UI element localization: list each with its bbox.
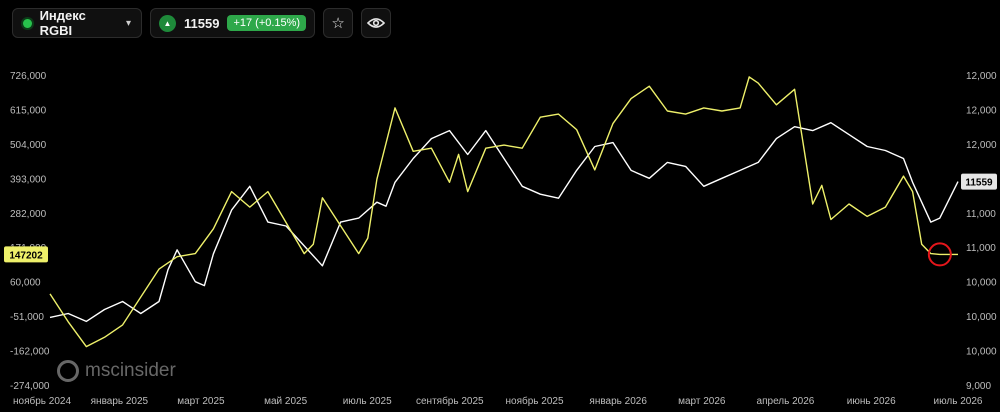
star-icon: ☆ <box>331 15 345 32</box>
right-value-badge-text: 11559 <box>965 178 993 189</box>
right-tick-label: 10,000 <box>966 278 997 289</box>
value-badges: 147202 11559 <box>4 173 997 263</box>
left-tick-label: 615,000 <box>10 105 47 116</box>
chart-toolbar: Индекс RGBI ▾ ▲ 11559 +17 (+0.15%) ☆ <box>12 8 392 38</box>
x-tick-label: март 2026 <box>678 396 726 407</box>
left-tick-label: 504,000 <box>10 140 47 151</box>
x-tick-label: июль 2026 <box>934 396 983 407</box>
right-tick-label: 10,000 <box>966 347 997 358</box>
x-axis: ноябрь 2024 январь 2025 март 2025 май 2025 и… <box>13 395 983 407</box>
current-price: 11559 <box>184 15 220 31</box>
left-tick-label: -51,000 <box>10 312 44 323</box>
right-tick-label: 11,000 <box>966 243 996 254</box>
right-tick-label: 9,000 <box>966 381 991 392</box>
right-axis: 12,00012,00012,00012,00011,00011,00010,0… <box>966 71 997 392</box>
logo-text: mscinsider <box>85 360 176 381</box>
x-tick-label: май 2025 <box>264 396 307 407</box>
watch-button[interactable] <box>361 8 392 38</box>
x-tick-label: июль 2025 <box>343 396 392 407</box>
price-chart[interactable]: 726,000615,000504,000393,000282,000171,0… <box>0 0 1000 412</box>
series-line-0 <box>49 121 959 323</box>
right-tick-label: 12,000 <box>966 71 997 82</box>
x-tick-label: апрель 2026 <box>757 396 815 407</box>
price-change-badge: +17 (+0.15%) <box>227 15 307 31</box>
x-tick-label: ноябрь 2025 <box>505 395 563 407</box>
x-tick-label: июнь 2026 <box>847 396 896 407</box>
x-tick-label: сентябрь 2025 <box>416 395 484 407</box>
left-tick-label: 282,000 <box>10 209 47 220</box>
left-axis: 726,000615,000504,000393,000282,000171,0… <box>10 71 50 392</box>
index-name: Индекс RGBI <box>39 8 86 38</box>
right-tick-label: 11,000 <box>966 209 996 220</box>
eye-icon <box>367 18 386 28</box>
chevron-down-icon: ▾ <box>125 17 131 29</box>
left-tick-label: -274,000 <box>10 381 50 392</box>
triangle-up-icon: ▲ <box>159 14 176 32</box>
status-dot <box>23 18 32 28</box>
index-selector[interactable]: Индекс RGBI ▾ <box>12 8 142 38</box>
left-tick-label: 393,000 <box>10 174 47 185</box>
x-tick-label: март 2025 <box>177 396 225 407</box>
logo-icon <box>57 360 79 382</box>
price-panel: ▲ 11559 +17 (+0.15%) <box>150 8 316 38</box>
left-value-badge-text: 147202 <box>9 250 43 261</box>
right-tick-label: 12,000 <box>966 140 997 151</box>
right-tick-label: 10,000 <box>966 312 997 323</box>
x-tick-label: ноябрь 2024 <box>13 395 71 407</box>
series-lines <box>49 76 959 348</box>
right-tick-label: 12,000 <box>966 105 997 116</box>
left-tick-label: 726,000 <box>10 71 47 82</box>
x-tick-label: январь 2026 <box>589 396 647 407</box>
left-tick-label: -162,000 <box>10 347 50 358</box>
x-tick-label: январь 2025 <box>91 396 149 407</box>
brand-logo: mscinsider <box>57 360 176 382</box>
favorite-button[interactable]: ☆ <box>323 8 354 38</box>
left-tick-label: 60,000 <box>10 278 41 289</box>
series-line-1 <box>49 76 958 348</box>
